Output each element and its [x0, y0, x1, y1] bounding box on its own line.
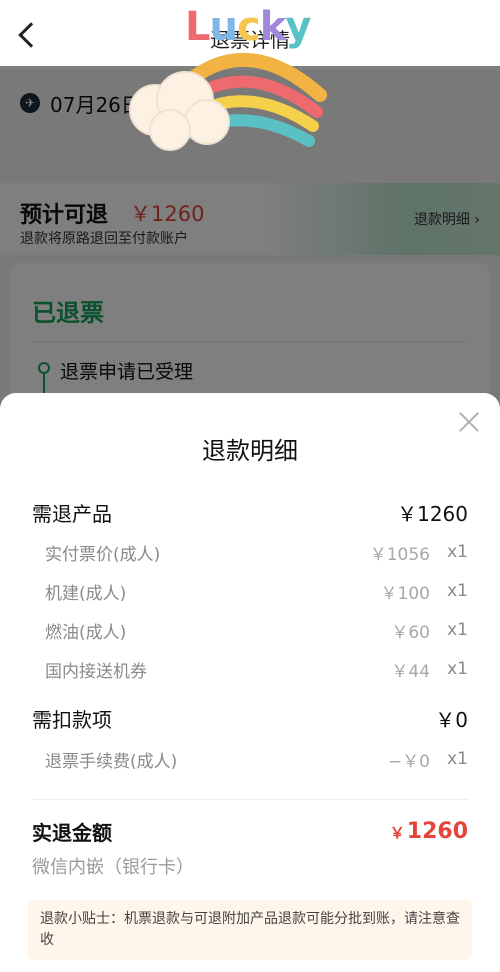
item-name: 退票手续费(成人) [45, 751, 178, 772]
deductions-label: 需扣款项 [32, 707, 112, 732]
item-name: 国内接送机券 [45, 661, 147, 682]
item-qty: x1 [447, 620, 468, 640]
refund-products-row: 需退产品 ￥1260 [32, 498, 468, 526]
payment-method: 微信内嵌（银行卡） [32, 857, 194, 878]
item-qty: x1 [447, 659, 468, 679]
list-item: 实付票价(成人) ￥1056 x1 [45, 539, 468, 565]
total-label: 实退金额 [32, 820, 112, 845]
item-price: ￥100 [380, 583, 430, 604]
close-icon[interactable] [458, 411, 480, 433]
refund-products-label: 需退产品 [32, 501, 112, 526]
item-qty: x1 [447, 581, 468, 601]
deductions-value: ￥0 [435, 707, 468, 732]
lucky-letter-5: y [285, 4, 311, 50]
item-price: −￥0 [387, 751, 430, 772]
lucky-letter-1: L [185, 4, 210, 50]
refund-products-value: ￥1260 [397, 501, 468, 526]
item-name: 机建(成人) [45, 583, 127, 604]
divider [32, 799, 468, 800]
lucky-letter-3: c [236, 4, 261, 50]
list-item: 国内接送机券 ￥44 x1 [45, 656, 468, 682]
list-item: 燃油(成人) ￥60 x1 [45, 617, 468, 643]
item-price: ￥1056 [369, 544, 430, 565]
total-amount: ￥1260 [390, 819, 468, 844]
item-qty: x1 [447, 542, 468, 562]
item-price: ￥44 [391, 661, 430, 682]
lucky-letter-4: k [259, 4, 287, 50]
total-row: 实退金额 ￥1260 [32, 817, 468, 845]
lucky-rainbow-sticker: Lucky [125, 0, 335, 155]
currency-symbol: ￥ [389, 823, 405, 842]
refund-detail-sheet: 退款明细 需退产品 ￥1260 实付票价(成人) ￥1056 x1 机建(成人)… [0, 393, 500, 972]
total-value: 1260 [406, 818, 468, 844]
lucky-letter-2: u [209, 4, 239, 50]
lucky-text: Lucky [185, 4, 311, 50]
item-name: 燃油(成人) [45, 622, 127, 643]
list-item: 退票手续费(成人) −￥0 x1 [45, 746, 468, 772]
list-item: 机建(成人) ￥100 x1 [45, 578, 468, 604]
deductions-row: 需扣款项 ￥0 [32, 704, 468, 732]
item-name: 实付票价(成人) [45, 544, 161, 565]
item-qty: x1 [447, 749, 468, 769]
sheet-title: 退款明细 [202, 437, 298, 465]
refund-tip: 退款小贴士：机票退款与可退附加产品退款可能分批到账，请注意查收 [28, 900, 472, 960]
item-price: ￥60 [391, 622, 430, 643]
